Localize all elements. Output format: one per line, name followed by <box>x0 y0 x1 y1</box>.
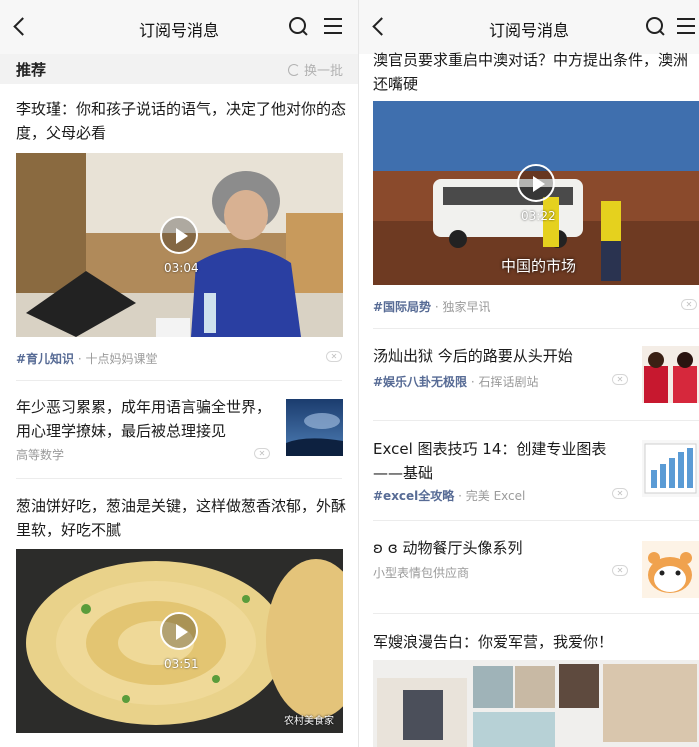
singer-photo-image <box>642 346 699 403</box>
close-icon[interactable]: ✕ <box>681 299 697 310</box>
article-tag[interactable]: #娱乐八卦无极限 <box>373 375 467 389</box>
article-title[interactable]: 李玫瑾：你和孩子说话的语气，决定了他对你的态度，父母必看 <box>16 97 346 145</box>
refresh-icon <box>287 63 300 76</box>
close-icon[interactable]: ✕ <box>254 448 270 459</box>
search-icon[interactable] <box>645 16 665 36</box>
close-icon[interactable]: ✕ <box>326 351 342 362</box>
article-source[interactable]: 十点妈妈课堂 <box>86 352 158 366</box>
divider <box>16 478 342 479</box>
video-duration: 03:04 <box>164 261 199 275</box>
play-icon[interactable] <box>160 216 198 254</box>
menu-icon[interactable] <box>324 18 342 34</box>
article-meta: #娱乐八卦无极限 · 石挥话剧站 <box>373 375 539 389</box>
article-meta: #excel全攻略 · 完美 Excel <box>373 489 526 503</box>
wedding-collage-image <box>373 660 699 747</box>
video-thumbnail[interactable]: 03:22 中国的市场 <box>373 101 699 285</box>
recommend-header: 推荐 换一批 <box>0 54 358 84</box>
video-thumbnail[interactable]: 03:51 农村美食家 <box>16 549 343 733</box>
article-source[interactable]: 高等数学 <box>16 446 64 463</box>
divider <box>373 520 699 521</box>
menu-icon[interactable] <box>677 18 695 34</box>
article-thumbnail[interactable] <box>642 541 699 598</box>
navbar: 订阅号消息 <box>0 0 358 54</box>
close-icon[interactable]: ✕ <box>612 565 628 576</box>
article-thumbnail[interactable] <box>642 346 699 403</box>
close-icon[interactable]: ✕ <box>612 488 628 499</box>
recommend-title: 推荐 <box>16 61 47 79</box>
left-panel: 订阅号消息 推荐 换一批 李玫瑾：你和孩子说话的语气，决定了他对你的态度，父母必… <box>0 0 358 747</box>
video-watermark: 农村美食家 <box>284 716 334 727</box>
refresh-button[interactable]: 换一批 <box>287 60 343 79</box>
article-title[interactable]: 葱油饼好吃，葱油是关键，这样做葱香浓郁，外酥里软，好吃不腻 <box>16 494 346 542</box>
article-image[interactable] <box>373 660 699 747</box>
refresh-label: 换一批 <box>303 64 343 79</box>
right-panel: 订阅号消息 澳官员要求重启中澳对话？中方提出条件，澳洲还嘴硬 03:22 中国的… <box>358 0 699 747</box>
video-caption: 中国的市场 <box>501 257 577 275</box>
article-thumbnail[interactable] <box>642 440 699 497</box>
navbar: 订阅号消息 <box>359 0 699 54</box>
article-source[interactable]: 小型表情包供应商 <box>373 564 469 581</box>
article-title[interactable]: Excel 图表技巧 14：创建专业图表——基础 <box>373 437 635 485</box>
article-meta: #育儿知识 · 十点妈妈课堂 <box>16 352 158 366</box>
video-duration: 03:22 <box>521 209 556 223</box>
close-icon[interactable]: ✕ <box>612 374 628 385</box>
article-thumbnail[interactable] <box>286 399 343 456</box>
sky-image <box>286 399 343 456</box>
article-tag[interactable]: #excel全攻略 <box>373 489 454 503</box>
article-title[interactable]: ʚ ɞ 动物餐厅头像系列 <box>373 536 635 560</box>
search-icon[interactable] <box>288 16 308 36</box>
video-duration: 03:51 <box>164 657 199 671</box>
article-title[interactable]: 军嫂浪漫告白：你爱军营，我爱你！ <box>373 630 693 654</box>
divider <box>16 380 342 381</box>
excel-chart-image <box>642 440 699 497</box>
article-title[interactable]: 年少恶习累累，成年用语言骗全世界，用心理学撩妹，最后被总理接见 <box>16 395 278 443</box>
article-meta: #国际局势 · 独家早讯 <box>373 300 491 314</box>
article-title[interactable]: 汤灿出狱 今后的路要从头开始 <box>373 344 633 368</box>
divider <box>373 328 699 329</box>
hamster-image <box>642 541 699 598</box>
article-source[interactable]: 独家早讯 <box>443 300 491 314</box>
article-source[interactable]: 石挥话剧站 <box>479 375 539 389</box>
article-tag[interactable]: #国际局势 <box>373 300 431 314</box>
play-icon[interactable] <box>160 612 198 650</box>
article-tag[interactable]: #育儿知识 <box>16 352 74 366</box>
article-title[interactable]: 澳官员要求重启中澳对话？中方提出条件，澳洲还嘴硬 <box>373 48 693 96</box>
divider <box>373 613 699 614</box>
article-source[interactable]: 完美 Excel <box>466 489 526 503</box>
video-thumbnail[interactable]: 03:04 <box>16 153 343 337</box>
divider <box>373 420 699 421</box>
play-icon[interactable] <box>517 164 555 202</box>
